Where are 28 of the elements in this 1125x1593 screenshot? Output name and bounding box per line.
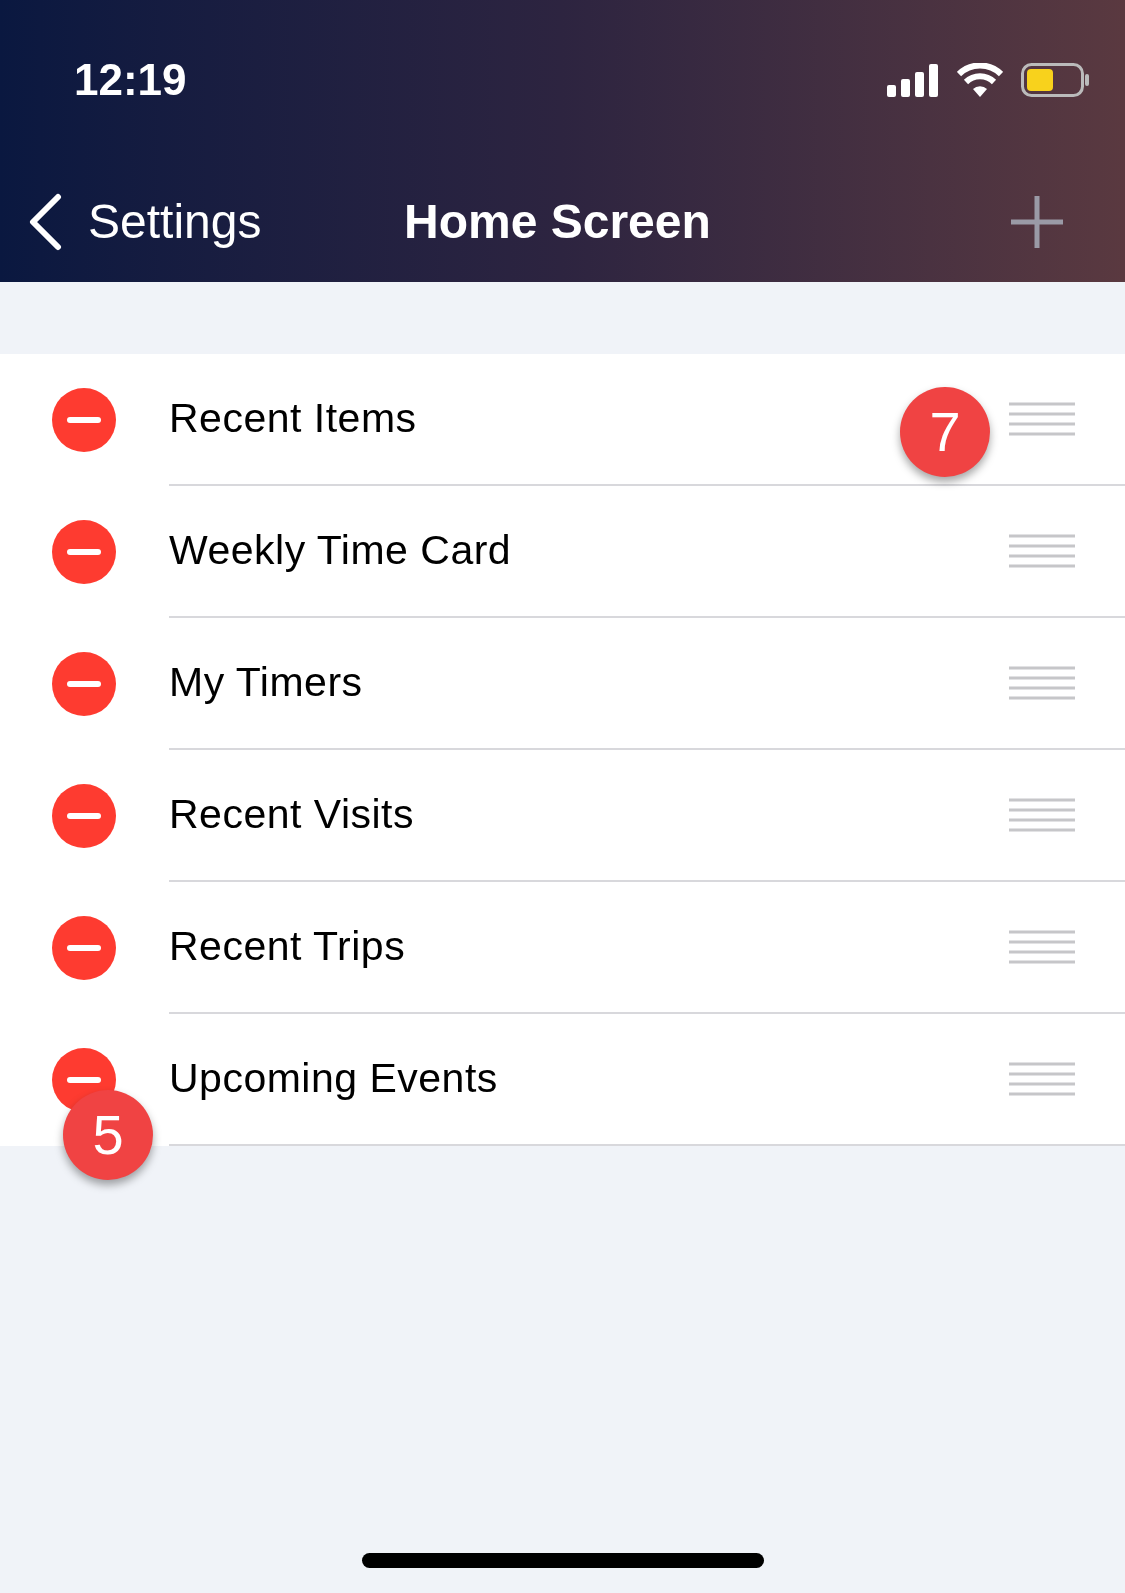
reorder-handle-icon[interactable] (1009, 666, 1075, 700)
minus-icon (67, 1077, 101, 1083)
reorder-handle-icon[interactable] (1009, 534, 1075, 568)
item-label: Weekly Time Card (169, 526, 512, 576)
item-label: Recent Items (169, 394, 417, 444)
battery-icon (1021, 63, 1091, 97)
item-label: Recent Trips (169, 922, 406, 972)
signal-icon (887, 63, 939, 97)
status-time: 12:19 (74, 54, 187, 106)
item-label: My Timers (169, 658, 363, 708)
item-label: Recent Visits (169, 790, 414, 840)
minus-icon (67, 813, 101, 819)
callout-badge: 5 (63, 1090, 153, 1180)
add-icon[interactable] (1009, 194, 1065, 250)
minus-icon (67, 681, 101, 687)
minus-icon (67, 417, 101, 423)
item-label: Upcoming Events (169, 1054, 498, 1104)
reorder-handle-icon[interactable] (1009, 798, 1075, 832)
reorder-handle-icon[interactable] (1009, 930, 1075, 964)
back-button[interactable]: Settings (0, 186, 262, 258)
screen-title: Home Screen (404, 194, 711, 250)
wifi-icon (957, 63, 1003, 97)
minus-icon (67, 945, 101, 951)
reorder-handle-icon[interactable] (1009, 402, 1075, 436)
reorder-handle-icon[interactable] (1009, 1062, 1075, 1096)
minus-icon (67, 549, 101, 555)
chevron-left-icon (28, 193, 62, 251)
callout-badge: 7 (900, 387, 990, 477)
